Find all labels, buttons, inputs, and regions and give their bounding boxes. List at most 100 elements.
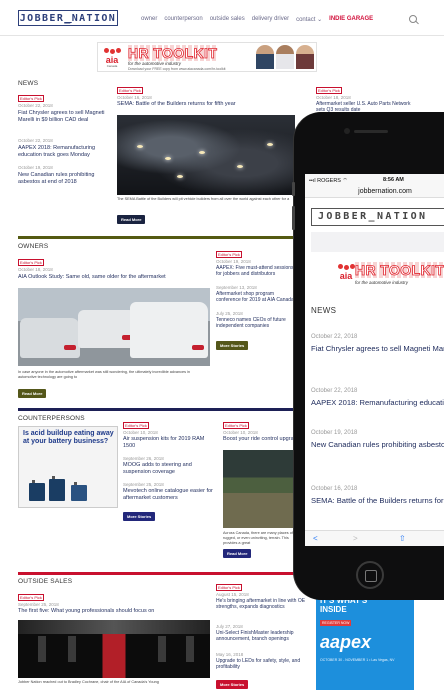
sales-item-date: May 16, 2018	[216, 652, 244, 657]
mobile-menu-bar[interactable]	[311, 232, 444, 252]
sales-item-headline[interactable]: He's bringing aftermarket in line with O…	[216, 598, 310, 610]
mobile-banner-subtitle: for the automotive industry	[355, 280, 409, 285]
counter-item-headline[interactable]: MOOG adds to steering and suspension cov…	[123, 462, 217, 475]
mobile-hr-banner[interactable]: aia HR TOOLKIT for the automotive indust…	[338, 262, 444, 292]
mobile-news-date: October 19, 2018	[311, 430, 358, 436]
more-stories-button[interactable]: More Stories	[216, 680, 249, 689]
nav-item-contact-label: contact	[296, 17, 316, 23]
site-logo[interactable]: JOBBER _ NATION	[18, 10, 118, 26]
counter-featured-caption: Across Canada, there are many places of …	[223, 531, 293, 545]
carrier-name: ROGERS	[317, 178, 341, 184]
owners-featured-date: October 18, 2018	[18, 267, 53, 272]
mobile-news-headline[interactable]: SEMA: Battle of the Builders returns for…	[311, 496, 444, 505]
chevron-down-icon: ⌄	[317, 17, 323, 23]
news-item-headline[interactable]: New Canadian rules prohibiting asbestos …	[18, 172, 110, 185]
more-stories-button[interactable]: More Stories	[216, 341, 249, 350]
editors-pick-tag: Editor's Pick	[18, 95, 44, 102]
news-item-date: October 22, 2018	[18, 138, 53, 143]
nav-item-outside-sales[interactable]: outside sales	[210, 16, 245, 23]
aapex-ad[interactable]: IT'S WHAT'S INSIDE REGISTER NOW aapex OC…	[316, 594, 414, 690]
nav-item-contact[interactable]: contact ⌄	[296, 16, 322, 23]
featured-headline[interactable]: SEMA: Battle of the Builders returns for…	[117, 101, 297, 108]
battery-cell	[49, 476, 65, 501]
sales-item-headline[interactable]: Upgrade to LEDs for safety, style, and p…	[216, 658, 310, 670]
featured-date: October 16, 2018	[117, 95, 152, 100]
owners-featured-headline[interactable]: AIA Outlook Study: Same old, same older …	[18, 274, 208, 281]
featured-caption: The SEMA Battle of the Builders will pit…	[117, 197, 290, 201]
mobile-news-date: October 22, 2018	[311, 388, 358, 394]
sema-featured-image[interactable]	[117, 115, 295, 195]
share-icon[interactable]: ⇧	[399, 534, 406, 543]
battery-ad-image[interactable]: Is acid buildup eating away at your batt…	[18, 426, 118, 508]
aapex-ad-line2: INSIDE	[320, 605, 347, 614]
nav-item-counterperson[interactable]: counterperson	[164, 16, 202, 23]
read-more-button[interactable]: Read More	[18, 389, 47, 398]
owners-divider	[18, 236, 298, 239]
aapex-register-button[interactable]: REGISTER NOW	[320, 620, 352, 626]
url-bar[interactable]: jobbernation.com	[305, 186, 444, 198]
counterpersons-divider	[18, 408, 298, 411]
phone-mockup: ••ıl ROGERS ⌔ 8:56 AM jobbernation.com J…	[292, 112, 444, 600]
phone-camera	[344, 128, 350, 134]
read-more-button[interactable]: Read More	[223, 549, 252, 558]
more-stories-button[interactable]: More Stories	[123, 512, 156, 521]
editors-pick-tag: Editor's Pick	[216, 584, 242, 591]
read-more-button[interactable]: Read More	[117, 215, 146, 224]
forward-icon[interactable]: >	[353, 534, 358, 543]
owners-section-title: OWNERS	[18, 243, 49, 250]
back-icon[interactable]: <	[313, 534, 318, 543]
owners-item-date: July 25, 2018	[216, 311, 243, 316]
counterpersons-section-title: COUNTERPERSONS	[18, 415, 85, 422]
counter-featured-headline[interactable]: Boost your ride control upgrade	[223, 436, 297, 443]
owners-featured-caption: In case anyone in the automotive afterma…	[18, 370, 191, 379]
hr-toolkit-banner[interactable]: aia Canada HR TOOLKIT for the automotive…	[97, 42, 317, 72]
editors-pick-tag: Editor's Pick	[223, 422, 249, 429]
aapex-dates: OCTOBER 30 - NOVEMBER 1 • Las Vegas, NV	[320, 658, 395, 662]
sales-item-date: August 15, 2018	[216, 592, 249, 597]
search-icon[interactable]	[409, 15, 417, 23]
owners-item-date: September 13, 2018	[216, 285, 257, 290]
owners-item-headline[interactable]: Aftermarket shop program conference for …	[216, 291, 298, 303]
editors-pick-tag: Editor's Pick	[216, 251, 242, 258]
sales-item-headline[interactable]: Uni-Select FinishMaster leadership annou…	[216, 630, 310, 642]
phone-screen: ••ıl ROGERS ⌔ 8:56 AM jobbernation.com J…	[305, 174, 444, 546]
ride-control-image[interactable]	[223, 450, 297, 528]
news-item-headline[interactable]: Fiat Chrysler agrees to sell Magneti Mar…	[18, 110, 110, 123]
editors-pick-tag: Editor's Pick	[123, 422, 149, 429]
carrier-label: ••ıl ROGERS ⌔	[309, 178, 348, 184]
editors-pick-tag: Editor's Pick	[18, 259, 44, 266]
mobile-news-date: October 16, 2018	[311, 486, 358, 492]
main-nav: owner counterperson outside sales delive…	[141, 16, 373, 23]
aia-logo: aia	[335, 264, 357, 284]
mobile-news-headline[interactable]: Fiat Chrysler agrees to sell Magneti Mar…	[311, 344, 444, 353]
sales-featured-headline[interactable]: The first five: What young professionals…	[18, 608, 208, 615]
logo-text-left: JOBBER	[19, 12, 65, 24]
news-side-date: October 18, 2018	[316, 95, 351, 100]
counter-item-headline[interactable]: Mevotech online catalogue easier for aft…	[123, 488, 217, 501]
aia-logo-text: aia	[105, 55, 119, 65]
mobile-site-logo[interactable]: JOBBER_NATION	[311, 208, 444, 226]
editors-pick-tag: Editor's Pick	[117, 87, 143, 94]
aapex-logo: aapex	[320, 632, 372, 652]
logo-text-mid: _	[64, 12, 72, 24]
nav-item-indie-garage[interactable]: INDIE GARAGE	[329, 16, 373, 23]
counter-item-headline[interactable]: Air suspension kits for 2019 RAM 1500	[123, 436, 217, 449]
owners-item-headline[interactable]: AAPEX: Five must-attend sessions for job…	[216, 265, 298, 277]
nav-item-owner[interactable]: owner	[141, 16, 157, 23]
wifi-icon: ⌔	[342, 178, 348, 184]
news-item-date: October 22, 2018	[18, 103, 53, 108]
mobile-news-headline[interactable]: New Canadian rules prohibiting asbestos …	[311, 440, 444, 449]
owners-featured-image[interactable]	[18, 288, 210, 366]
sales-featured-image[interactable]	[18, 620, 210, 678]
news-item-headline[interactable]: AAPEX 2018: Remanufacturing education tr…	[18, 145, 110, 158]
owners-item-headline[interactable]: Tenneco names CEOs of future independent…	[216, 317, 298, 329]
phone-clock: 8:56 AM	[383, 177, 404, 183]
mobile-news-headline[interactable]: AAPEX 2018: Remanufacturing education tr…	[311, 398, 444, 407]
outside-sales-section-title: OUTSIDE SALES	[18, 578, 73, 585]
nav-item-delivery-driver[interactable]: delivery driver	[252, 16, 289, 23]
counter-item-date: September 26, 2018	[123, 456, 164, 461]
home-button[interactable]	[356, 561, 384, 589]
aia-logo: aia Canada	[101, 48, 123, 68]
banner-subtitle: for the automotive industry	[128, 61, 182, 66]
sales-item-date: July 27, 2018	[216, 624, 243, 629]
